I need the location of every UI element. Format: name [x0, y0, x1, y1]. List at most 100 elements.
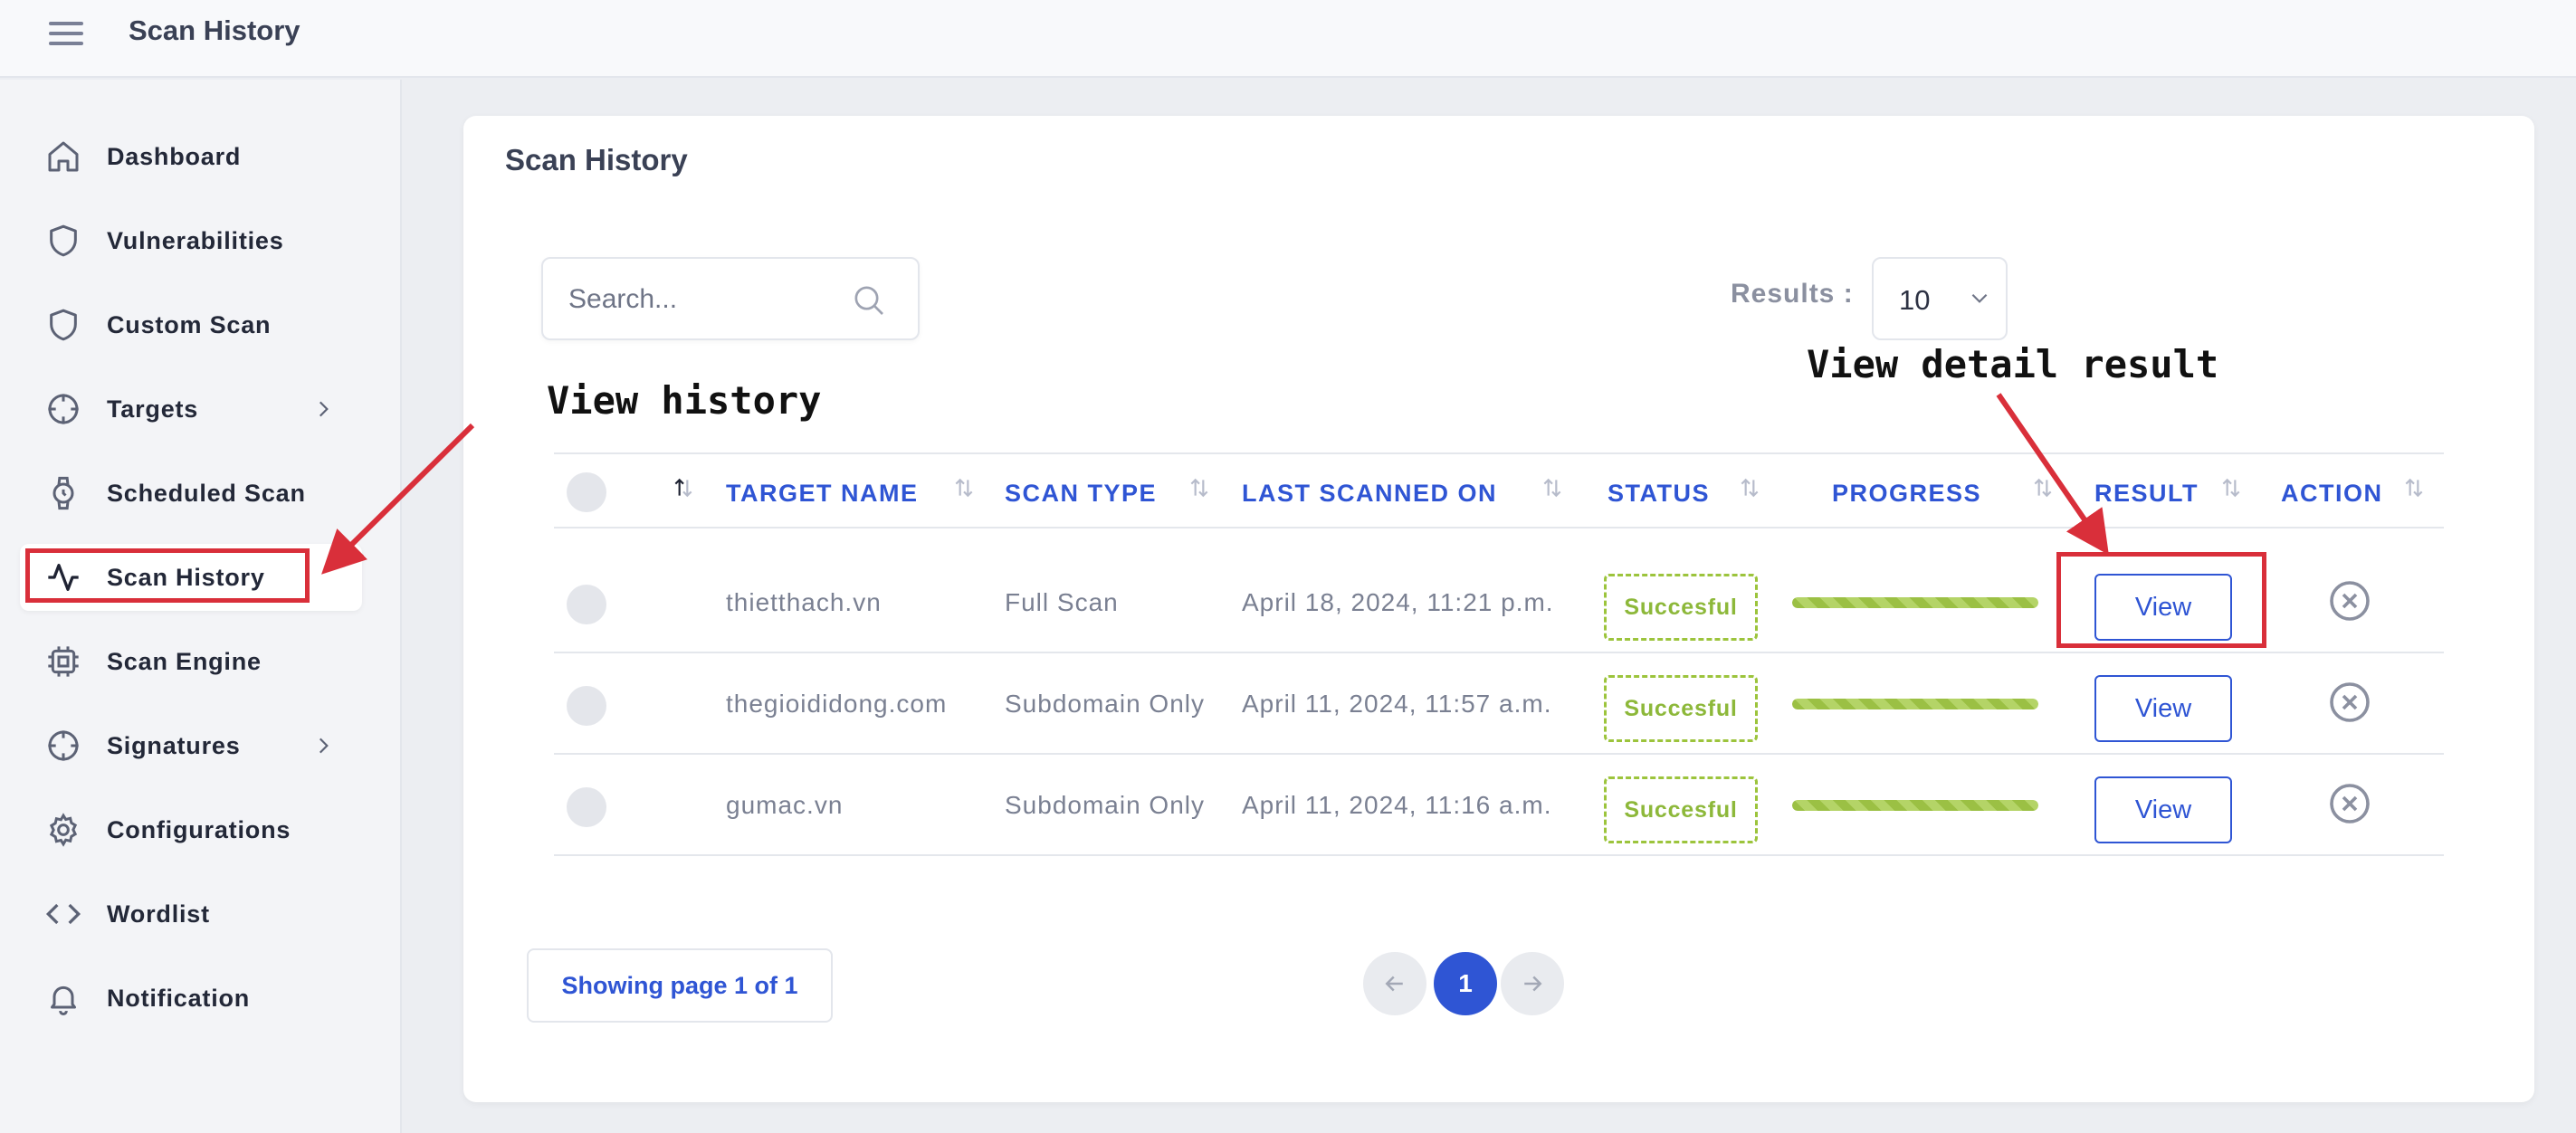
table-row: thegioididong.com Subdomain Only April 1… — [554, 653, 2444, 755]
sidebar-item-signatures[interactable]: Signatures — [20, 712, 362, 779]
search-icon[interactable] — [851, 282, 887, 319]
table-header: TARGET NAME SCAN TYPE LAST SCANNED ON ST… — [554, 452, 2444, 528]
activity-icon — [43, 557, 83, 597]
home-icon — [43, 137, 83, 176]
row-select-radio[interactable] — [567, 686, 606, 726]
target-name-cell[interactable]: gumac.vn — [726, 791, 843, 820]
sort-icon[interactable] — [2402, 474, 2426, 501]
sidebar-item-wordlist[interactable]: Wordlist — [20, 881, 362, 947]
scan-type-cell: Full Scan — [1005, 588, 1119, 616]
annotation-view-history: View history — [547, 378, 822, 423]
top-bar: Scan History — [0, 0, 2576, 78]
sidebar-item-notification[interactable]: Notification — [20, 965, 362, 1032]
column-header-result[interactable]: RESULT — [2094, 480, 2199, 508]
crosshair-icon — [43, 389, 83, 429]
scan-type-cell: Subdomain Only — [1005, 690, 1206, 718]
status-badge: Succesful — [1604, 776, 1758, 843]
delete-scan-icon[interactable] — [2328, 681, 2371, 724]
code-icon — [43, 894, 83, 934]
cpu-icon — [43, 642, 83, 681]
sidebar-item-label: Wordlist — [107, 900, 210, 928]
row-select-radio[interactable] — [567, 585, 606, 624]
sort-icon[interactable] — [1738, 474, 1761, 501]
column-header-status[interactable]: STATUS — [1608, 480, 1710, 508]
sidebar-item-label: Vulnerabilities — [107, 226, 284, 254]
sidebar: Dashboard Vulnerabilities Custom Scan Ta… — [0, 80, 402, 1133]
last-scanned-cell: April 11, 2024, 11:16 a.m. — [1242, 791, 1552, 819]
arrow-right-icon — [1524, 976, 1542, 992]
progress-bar — [1792, 597, 2038, 608]
column-header-last-scanned-on[interactable]: LAST SCANNED ON — [1242, 480, 1497, 508]
arrow-left-icon — [1385, 976, 1403, 992]
chevron-down-icon — [1971, 293, 1988, 303]
progress-bar — [1792, 800, 2038, 811]
results-label: Results : — [1731, 279, 1854, 309]
sidebar-item-label: Signatures — [107, 731, 241, 759]
search-input[interactable] — [568, 279, 840, 320]
sort-icon[interactable] — [2219, 474, 2243, 501]
view-result-button[interactable]: View — [2094, 574, 2232, 641]
crosshair-icon — [43, 726, 83, 766]
delete-scan-icon[interactable] — [2328, 579, 2371, 623]
sidebar-item-label: Notification — [107, 984, 251, 1012]
target-name-cell[interactable]: thegioididong.com — [726, 690, 947, 719]
last-scanned-cell: April 18, 2024, 11:21 p.m. — [1242, 588, 1554, 616]
gear-icon — [43, 810, 83, 850]
sidebar-item-custom-scan[interactable]: Custom Scan — [20, 291, 362, 358]
progress-bar — [1792, 699, 2038, 709]
search-box — [541, 257, 920, 340]
progress-fill — [1792, 597, 2038, 608]
chevron-right-icon — [319, 738, 329, 754]
sidebar-item-label: Dashboard — [107, 142, 242, 170]
sort-icon[interactable] — [2031, 474, 2055, 501]
page-title: Scan History — [129, 14, 301, 46]
shield-icon — [43, 221, 83, 261]
sidebar-item-vulnerabilities[interactable]: Vulnerabilities — [20, 207, 362, 274]
column-header-target-name[interactable]: TARGET NAME — [726, 480, 919, 508]
scan-type-cell: Subdomain Only — [1005, 791, 1206, 819]
sidebar-item-scan-history[interactable]: Scan History — [20, 544, 362, 611]
column-header-scan-type[interactable]: SCAN TYPE — [1005, 480, 1157, 508]
row-select-radio[interactable] — [567, 787, 606, 827]
column-header-progress[interactable]: PROGRESS — [1832, 480, 1981, 508]
sort-icon[interactable] — [672, 474, 695, 501]
results-per-page-select[interactable]: 10 — [1872, 257, 2008, 340]
select-all-radio[interactable] — [567, 472, 606, 512]
progress-fill — [1792, 699, 2038, 709]
previous-page-button[interactable] — [1363, 952, 1426, 1015]
table-row: gumac.vn Subdomain Only April 11, 2024, … — [554, 755, 2444, 856]
table-row: thietthach.vn Full Scan April 18, 2024, … — [554, 552, 2444, 653]
sidebar-item-scan-engine[interactable]: Scan Engine — [20, 628, 362, 695]
progress-fill — [1792, 800, 2038, 811]
sort-icon[interactable] — [952, 474, 976, 501]
sort-icon[interactable] — [1188, 474, 1211, 501]
card-title: Scan History — [505, 143, 688, 176]
sort-icon[interactable] — [1541, 474, 1564, 501]
page-button-current[interactable]: 1 — [1434, 952, 1497, 1015]
sidebar-item-label: Scheduled Scan — [107, 479, 306, 507]
shield-icon — [43, 305, 83, 345]
annotation-view-detail-result: View detail result — [1807, 342, 2219, 386]
sidebar-item-configurations[interactable]: Configurations — [20, 796, 362, 863]
watch-icon — [43, 473, 83, 513]
sidebar-item-scheduled-scan[interactable]: Scheduled Scan — [20, 460, 362, 527]
next-page-button[interactable] — [1501, 952, 1564, 1015]
sidebar-item-dashboard[interactable]: Dashboard — [20, 123, 362, 190]
chevron-right-icon — [319, 401, 329, 417]
sidebar-item-label: Targets — [107, 395, 199, 423]
sidebar-item-targets[interactable]: Targets — [20, 376, 362, 443]
status-badge: Succesful — [1604, 574, 1758, 641]
hamburger-menu-icon[interactable] — [49, 20, 83, 47]
page-info: Showing page 1 of 1 — [527, 948, 833, 1023]
column-header-action[interactable]: ACTION — [2281, 480, 2383, 508]
view-result-button[interactable]: View — [2094, 776, 2232, 843]
view-result-button[interactable]: View — [2094, 675, 2232, 742]
target-name-cell[interactable]: thietthach.vn — [726, 588, 882, 617]
sidebar-item-label: Custom Scan — [107, 310, 272, 338]
bell-icon — [43, 978, 83, 1018]
sidebar-item-label: Scan Engine — [107, 647, 262, 675]
results-per-page-value: 10 — [1899, 284, 1931, 316]
delete-scan-icon[interactable] — [2328, 782, 2371, 825]
sidebar-item-label: Configurations — [107, 815, 291, 843]
status-badge: Succesful — [1604, 675, 1758, 742]
